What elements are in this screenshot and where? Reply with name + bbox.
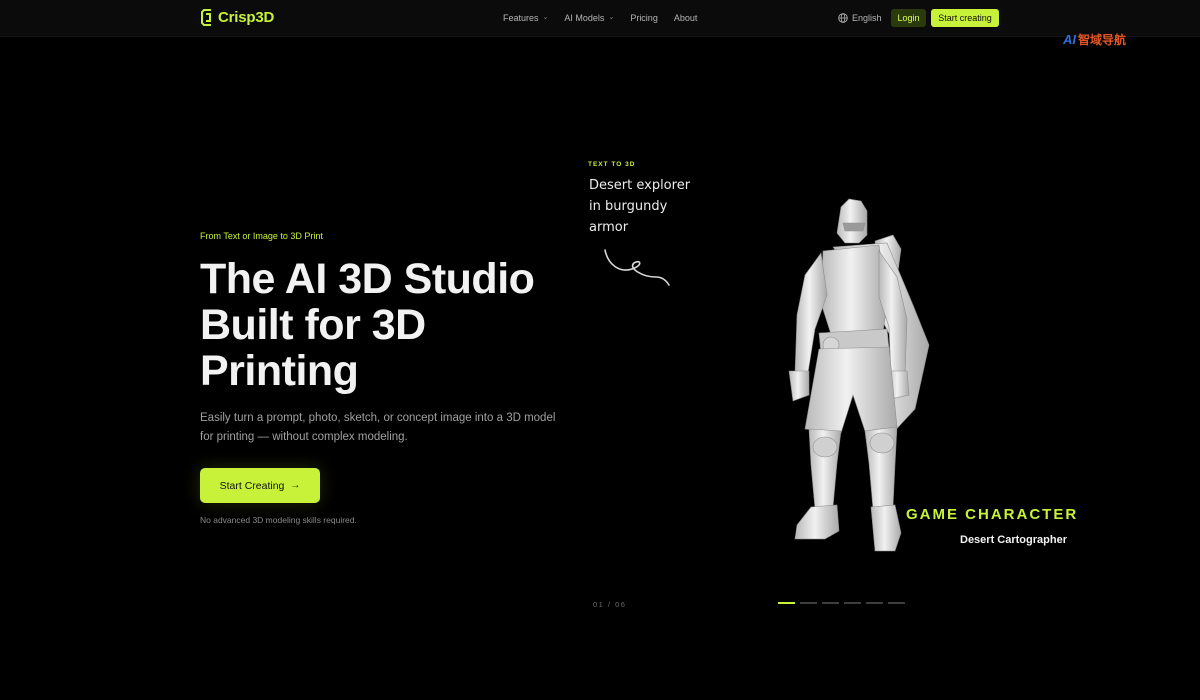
hero-eyebrow: From Text or Image to 3D Print — [200, 231, 323, 241]
start-creating-button[interactable]: Start Creating → — [200, 468, 320, 503]
language-label: English — [852, 13, 882, 23]
watermark-ai: AI — [1063, 32, 1076, 47]
slide-dot-2[interactable] — [800, 602, 817, 604]
top-navbar: Crisp3D Features ⌄ AI Models ⌄ Pricing A… — [0, 0, 1200, 37]
slide-counter: 01 / 06 — [593, 600, 627, 609]
headline-line: The AI 3D Studio — [200, 255, 535, 303]
showcase-title: Desert Cartographer — [960, 534, 1067, 546]
nav-item-label: Features — [503, 13, 539, 23]
nav-item-pricing[interactable]: Pricing — [630, 13, 658, 23]
showcase-category: GAME CHARACTER — [906, 506, 1079, 523]
nav-item-features[interactable]: Features ⌄ — [503, 13, 548, 23]
watermark-badge: AI 智域导航 — [1063, 31, 1126, 48]
slide-dot-4[interactable] — [844, 602, 861, 604]
headline-line: Printing — [200, 347, 359, 395]
nav-item-label: Pricing — [630, 13, 658, 23]
arrow-right-icon: → — [290, 480, 301, 491]
start-creating-nav-button[interactable]: Start creating — [931, 9, 999, 27]
hero-subtext: Easily turn a prompt, photo, sketch, or … — [200, 412, 556, 443]
slide-dot-3[interactable] — [822, 602, 839, 604]
mode-tag: TEXT TO 3D — [588, 161, 636, 168]
nav-item-about[interactable]: About — [674, 13, 698, 23]
slide-dot-6[interactable] — [888, 602, 905, 604]
hero-note: No advanced 3D modeling skills required. — [200, 515, 357, 525]
chevron-down-icon: ⌄ — [542, 14, 549, 21]
nav-item-ai-models[interactable]: AI Models ⌄ — [564, 13, 614, 23]
globe-icon — [838, 13, 848, 23]
hero-headline: The AI 3D Studio Built for 3D Printing — [200, 256, 580, 394]
brand-name: Crisp3D — [218, 9, 275, 26]
prompt-text-line: Desert explorer — [589, 178, 691, 193]
nav-item-label: AI Models — [564, 13, 605, 23]
nav-item-label: About — [673, 13, 698, 23]
cta-label: Start Creating — [219, 479, 285, 492]
squiggle-arrow-icon — [604, 249, 670, 286]
prompt-text-line: armor — [589, 220, 629, 235]
chevron-down-icon: ⌄ — [608, 14, 615, 21]
prompt-text-line: in burgundy — [589, 199, 668, 214]
slide-dot-1[interactable] — [778, 602, 795, 604]
brand-logo[interactable]: Crisp3D — [201, 9, 274, 26]
slide-indicators — [778, 602, 905, 604]
watermark-text: 智域导航 — [1078, 33, 1127, 47]
slide-dot-5[interactable] — [866, 602, 883, 604]
login-button[interactable]: Login — [891, 9, 926, 27]
crisp3d-logo-icon — [201, 9, 211, 26]
headline-line: Built for 3D — [200, 301, 426, 349]
3d-character-model — [788, 198, 930, 552]
nav-menu: Features ⌄ AI Models ⌄ Pricing About — [503, 13, 697, 23]
language-selector[interactable]: English — [838, 13, 882, 23]
